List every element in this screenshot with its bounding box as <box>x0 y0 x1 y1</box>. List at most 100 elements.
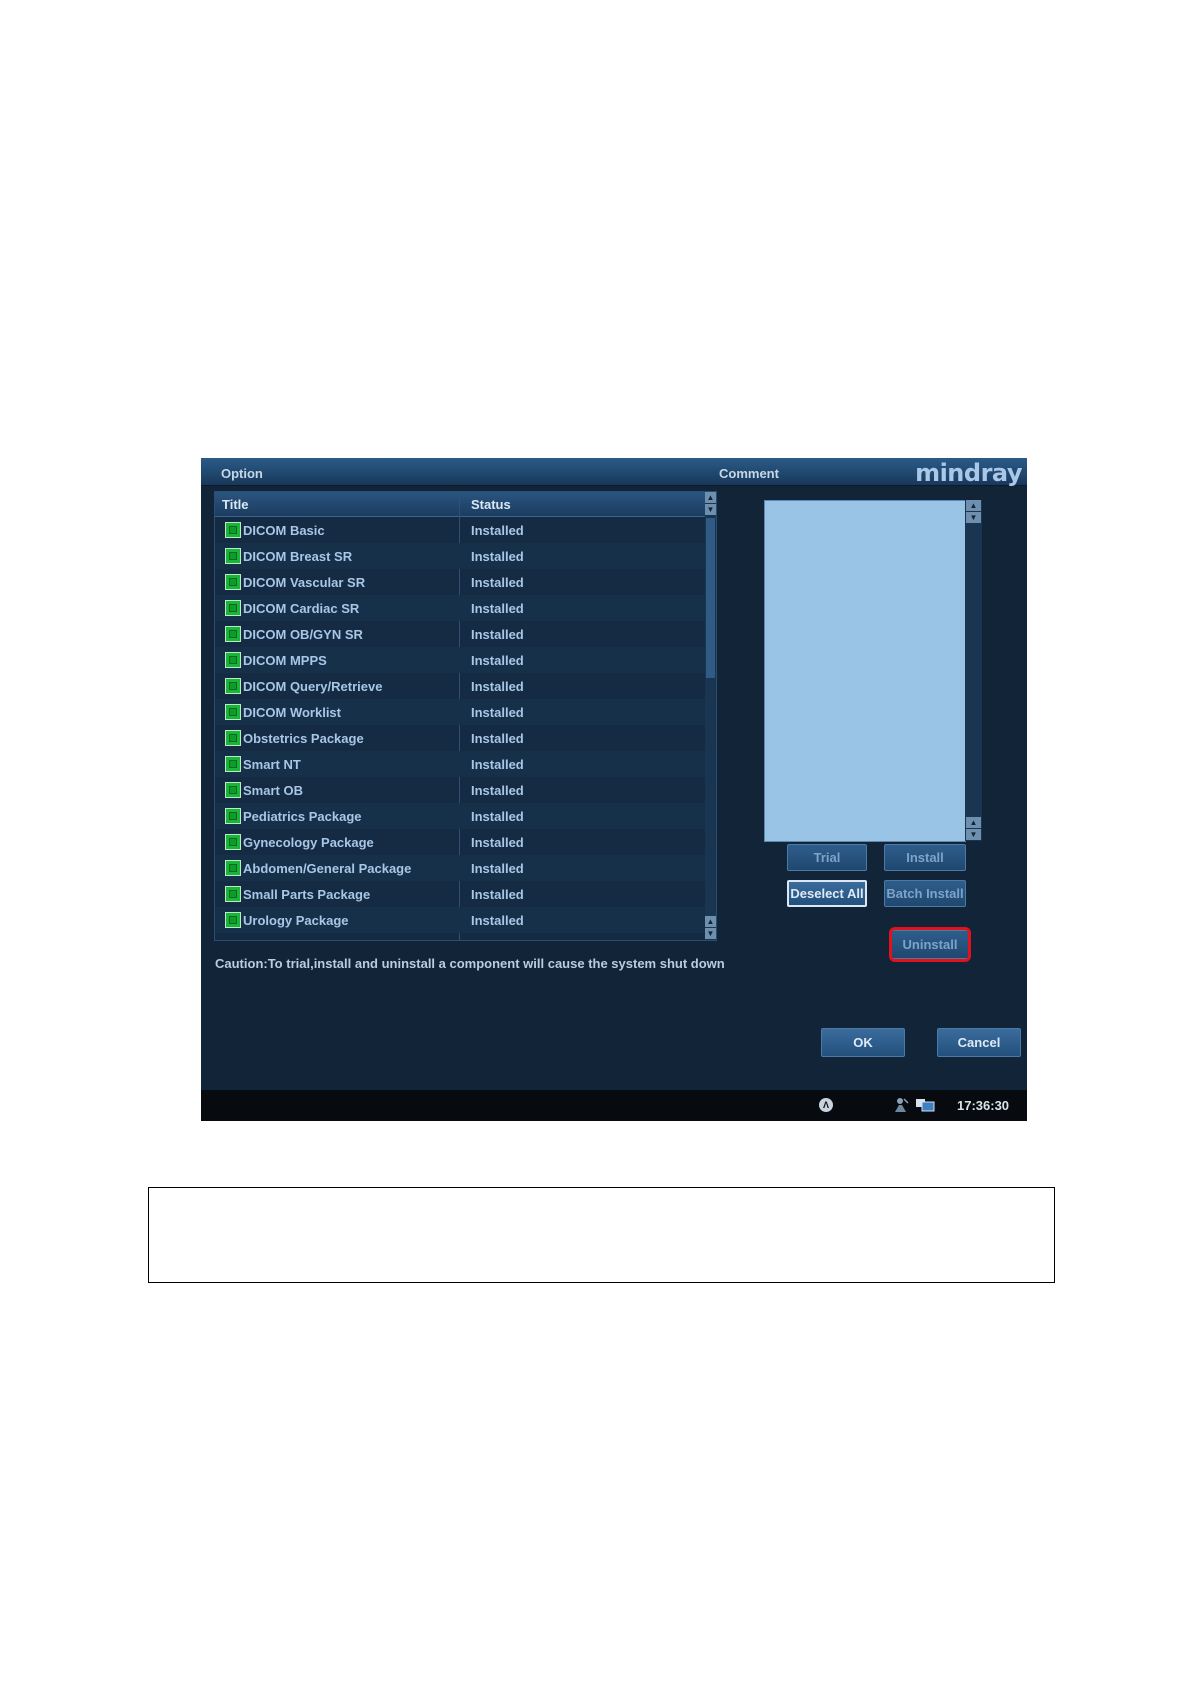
option-label: Option <box>221 466 263 481</box>
checkbox[interactable] <box>225 600 241 616</box>
table-row[interactable]: Abdomen/General Package Installed <box>215 855 705 881</box>
option-list: Title Status DICOM Basic Installed DICOM B… <box>214 491 717 941</box>
table-row[interactable]: Pediatrics Package Installed <box>215 803 705 829</box>
network-icon[interactable] <box>893 1097 909 1113</box>
checkbox[interactable] <box>225 548 241 564</box>
uninstall-highlight-frame <box>889 927 971 962</box>
row-status: Installed <box>471 627 524 642</box>
row-status: Installed <box>471 601 524 616</box>
ok-button[interactable]: OK <box>821 1028 905 1057</box>
checkbox[interactable] <box>225 756 241 772</box>
row-title: DICOM Worklist <box>243 705 341 720</box>
table-row[interactable]: Urology Package Installed <box>215 907 705 933</box>
row-status: Installed <box>471 809 524 824</box>
trial-button[interactable]: Trial <box>787 844 867 871</box>
table-row[interactable]: DICOM Vascular SR Installed <box>215 569 705 595</box>
table-row[interactable]: DICOM Basic Installed <box>215 517 705 543</box>
row-title: DICOM MPPS <box>243 653 327 668</box>
option-dialog: Option Comment mindray Title Status DICO… <box>201 458 1027 1121</box>
dialog-title-bar: Option Comment mindray <box>201 458 1027 487</box>
row-title: Obstetrics Package <box>243 731 364 746</box>
scroll-down-arrow-icon[interactable]: ▼ <box>966 829 981 840</box>
scroll-down-arrow-icon[interactable]: ▼ <box>705 504 716 515</box>
column-header-title[interactable]: Title <box>222 497 249 512</box>
row-status: Installed <box>471 731 524 746</box>
checkbox[interactable] <box>225 834 241 850</box>
row-title: DICOM OB/GYN SR <box>243 627 363 642</box>
list-rows: DICOM Basic Installed DICOM Breast SR Insta… <box>215 517 705 933</box>
row-status: Installed <box>471 679 524 694</box>
row-title: DICOM Basic <box>243 523 325 538</box>
row-status: Installed <box>471 913 524 928</box>
checkbox[interactable] <box>225 652 241 668</box>
batch-install-button[interactable]: Batch Install <box>884 880 966 907</box>
row-title: Pediatrics Package <box>243 809 362 824</box>
scroll-down-arrow-icon[interactable]: ▼ <box>966 512 981 523</box>
row-status: Installed <box>471 523 524 538</box>
table-row[interactable]: Small Parts Package Installed <box>215 881 705 907</box>
scroll-up-arrow-icon[interactable]: ▲ <box>966 817 981 828</box>
note-box <box>148 1187 1055 1283</box>
storage-icon[interactable] <box>916 1098 935 1112</box>
checkbox[interactable] <box>225 808 241 824</box>
checkbox[interactable] <box>225 730 241 746</box>
table-row[interactable]: DICOM Cardiac SR Installed <box>215 595 705 621</box>
row-status: Installed <box>471 783 524 798</box>
row-title: Urology Package <box>243 913 349 928</box>
table-row[interactable]: DICOM OB/GYN SR Installed <box>215 621 705 647</box>
print-status-icon[interactable]: Λ <box>819 1098 833 1112</box>
row-status: Installed <box>471 549 524 564</box>
checkbox[interactable] <box>225 704 241 720</box>
row-status: Installed <box>471 653 524 668</box>
row-title: Smart NT <box>243 757 301 772</box>
row-title: DICOM Vascular SR <box>243 575 366 590</box>
table-row[interactable]: Smart NT Installed <box>215 751 705 777</box>
scroll-down-arrow-icon[interactable]: ▼ <box>705 928 716 939</box>
row-title: DICOM Query/Retrieve <box>243 679 383 694</box>
row-title: Smart OB <box>243 783 303 798</box>
comment-box[interactable] <box>764 500 966 842</box>
table-row[interactable]: Gynecology Package Installed <box>215 829 705 855</box>
row-title: Abdomen/General Package <box>243 861 412 876</box>
table-row[interactable]: Smart OB Installed <box>215 777 705 803</box>
scroll-up-arrow-icon[interactable]: ▲ <box>966 500 981 511</box>
deselect-all-button[interactable]: Deselect All <box>787 880 867 907</box>
checkbox[interactable] <box>225 626 241 642</box>
cancel-button[interactable]: Cancel <box>937 1028 1021 1057</box>
scroll-thumb[interactable] <box>706 518 715 678</box>
scroll-up-arrow-icon[interactable]: ▲ <box>705 916 716 927</box>
row-status: Installed <box>471 861 524 876</box>
row-status: Installed <box>471 757 524 772</box>
table-row[interactable]: DICOM Query/Retrieve Installed <box>215 673 705 699</box>
row-status: Installed <box>471 705 524 720</box>
row-title: Small Parts Package <box>243 887 371 902</box>
row-status: Installed <box>471 887 524 902</box>
caution-text: Caution:To trial,install and uninstall a… <box>215 956 725 971</box>
table-row[interactable]: DICOM Breast SR Installed <box>215 543 705 569</box>
row-status: Installed <box>471 575 524 590</box>
list-scrollbar[interactable]: ▲ ▼ ▲ ▼ <box>705 492 716 940</box>
table-row[interactable]: Obstetrics Package Installed <box>215 725 705 751</box>
column-header-status[interactable]: Status <box>471 497 511 512</box>
row-title: DICOM Breast SR <box>243 549 353 564</box>
checkbox[interactable] <box>225 678 241 694</box>
table-row[interactable]: DICOM Worklist Installed <box>215 699 705 725</box>
taskbar: Λ 17:36:30 <box>201 1090 1027 1121</box>
scroll-up-arrow-icon[interactable]: ▲ <box>705 492 716 503</box>
checkbox[interactable] <box>225 886 241 902</box>
checkbox[interactable] <box>225 860 241 876</box>
comment-scrollbar[interactable]: ▲ ▼ ▲ ▼ <box>965 500 982 841</box>
checkbox[interactable] <box>225 912 241 928</box>
list-header: Title Status <box>215 492 705 517</box>
comment-label: Comment <box>719 466 779 481</box>
checkbox[interactable] <box>225 782 241 798</box>
row-status: Installed <box>471 835 524 850</box>
table-row[interactable]: DICOM MPPS Installed <box>215 647 705 673</box>
mindray-logo: mindray <box>915 459 1022 487</box>
checkbox[interactable] <box>225 522 241 538</box>
clock: 17:36:30 <box>957 1098 1010 1113</box>
checkbox[interactable] <box>225 574 241 590</box>
install-button[interactable]: Install <box>884 844 966 871</box>
row-title: DICOM Cardiac SR <box>243 601 360 616</box>
row-title: Gynecology Package <box>243 835 374 850</box>
